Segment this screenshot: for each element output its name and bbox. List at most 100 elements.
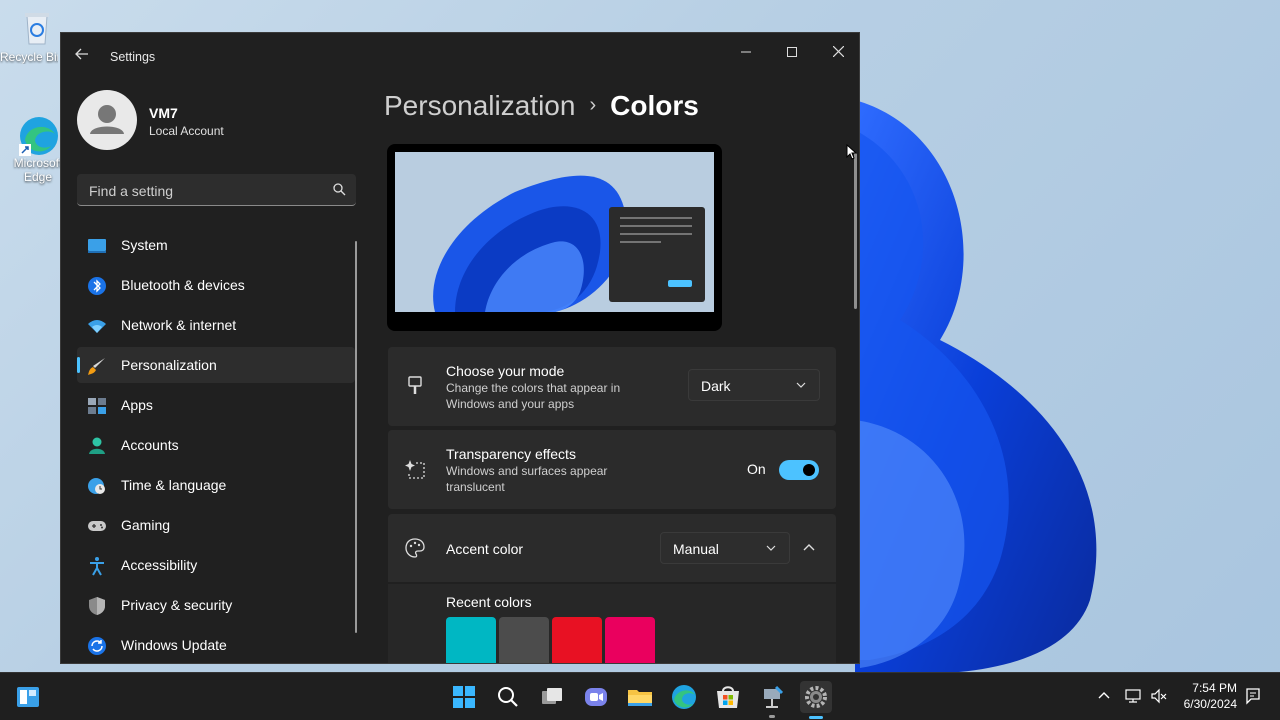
chevron-up-icon bbox=[1098, 692, 1110, 699]
sidebar-item-label: Windows Update bbox=[121, 637, 227, 653]
file-explorer-button[interactable] bbox=[624, 681, 656, 713]
chat-icon bbox=[585, 688, 607, 706]
recent-color-swatch[interactable] bbox=[552, 617, 602, 663]
desktop-icon-label: Recycle Bin bbox=[0, 50, 58, 64]
sidebar-item-label: Bluetooth & devices bbox=[121, 277, 245, 293]
transparency-card: Transparency effects Windows and surface… bbox=[388, 430, 836, 509]
breadcrumb: Personalization › Colors bbox=[384, 90, 699, 122]
recent-color-swatch[interactable] bbox=[446, 617, 496, 663]
edge-icon bbox=[17, 114, 58, 156]
running-indicator bbox=[769, 715, 775, 718]
user-icon bbox=[90, 105, 124, 134]
gamepad-icon bbox=[88, 521, 106, 531]
settings-icon bbox=[805, 686, 827, 708]
sidebar-item-label: Network & internet bbox=[121, 317, 237, 333]
recent-color-swatch[interactable] bbox=[605, 617, 655, 663]
active-indicator bbox=[77, 357, 80, 373]
sidebar-item-bluetooth[interactable]: Bluetooth & devices bbox=[77, 267, 355, 303]
back-arrow-icon bbox=[75, 48, 88, 60]
search-icon[interactable] bbox=[332, 182, 346, 196]
profile-name: VM7 bbox=[149, 105, 178, 121]
edge-button[interactable] bbox=[668, 681, 700, 713]
preview-wallpaper bbox=[395, 152, 714, 312]
avatar[interactable] bbox=[77, 90, 137, 150]
mouse-cursor-icon bbox=[846, 144, 858, 160]
close-icon bbox=[832, 45, 844, 58]
transparency-description: Windows and surfaces appear translucent bbox=[446, 464, 608, 494]
edge-icon bbox=[672, 685, 696, 709]
sidebar-item-time-language[interactable]: Time & language bbox=[77, 467, 355, 503]
transparency-sparkle-icon bbox=[405, 460, 425, 479]
system-clock[interactable]: 7:54 PM 6/30/2024 bbox=[1184, 680, 1237, 712]
chat-button[interactable] bbox=[580, 681, 612, 713]
transparency-state-label: On bbox=[747, 461, 766, 477]
chevron-down-icon bbox=[796, 382, 806, 388]
preview-screen bbox=[395, 152, 714, 312]
sidebar-item-gaming[interactable]: Gaming bbox=[77, 507, 355, 543]
start-icon bbox=[453, 686, 475, 708]
breadcrumb-separator: › bbox=[589, 94, 597, 116]
notification-center-button[interactable] bbox=[1244, 687, 1262, 705]
task-view-button[interactable] bbox=[536, 681, 568, 713]
taskbar-search-button[interactable] bbox=[492, 681, 524, 713]
desktop-icon-label: Microsoft Edge bbox=[13, 156, 63, 184]
sidebar-item-label: Privacy & security bbox=[121, 597, 233, 613]
store-icon bbox=[717, 686, 739, 708]
network-tray-button[interactable] bbox=[1124, 687, 1142, 705]
palette-icon bbox=[405, 538, 425, 558]
sidebar-item-windows-update[interactable]: Windows Update bbox=[77, 627, 355, 663]
sidebar-item-label: Gaming bbox=[121, 517, 171, 533]
transparency-title: Transparency effects bbox=[446, 446, 576, 462]
title-bar: Settings bbox=[61, 33, 859, 81]
mode-description: Change the colors that appear in Windows… bbox=[446, 381, 621, 411]
sidebar-item-personalization[interactable]: Personalization bbox=[77, 347, 355, 383]
sidebar-item-label: System bbox=[121, 237, 168, 253]
sidebar-scrollbar[interactable] bbox=[355, 241, 357, 633]
volume-tray-button[interactable] bbox=[1150, 687, 1168, 705]
window-title: Settings bbox=[110, 50, 156, 64]
chevron-down-icon bbox=[766, 545, 776, 551]
main-scrollbar[interactable] bbox=[854, 153, 857, 309]
collapse-button[interactable] bbox=[802, 540, 818, 556]
sidebar-item-privacy-security[interactable]: Privacy & security bbox=[77, 587, 355, 623]
brush-icon bbox=[88, 358, 105, 375]
theme-preview bbox=[387, 144, 722, 331]
sidebar-item-accounts[interactable]: Accounts bbox=[77, 427, 355, 463]
maximize-button[interactable] bbox=[769, 37, 815, 67]
wifi-icon bbox=[88, 320, 106, 333]
search-box[interactable] bbox=[77, 174, 356, 206]
sidebar-nav: System Bluetooth & devices Network & int… bbox=[77, 227, 355, 663]
sidebar-item-network[interactable]: Network & internet bbox=[77, 307, 355, 343]
store-button[interactable] bbox=[712, 681, 744, 713]
accounts-icon bbox=[89, 437, 105, 454]
shield-icon bbox=[89, 597, 105, 615]
back-button[interactable] bbox=[75, 47, 95, 67]
recent-color-swatch[interactable] bbox=[499, 617, 549, 663]
volume-muted-icon bbox=[1151, 688, 1167, 704]
accent-title: Accent color bbox=[446, 541, 524, 557]
chevron-up-icon bbox=[803, 544, 815, 551]
update-icon bbox=[88, 637, 106, 655]
clock-date: 6/30/2024 bbox=[1183, 697, 1237, 711]
accent-dropdown[interactable]: Manual bbox=[660, 532, 790, 564]
transparency-toggle[interactable] bbox=[779, 460, 819, 480]
widgets-button[interactable] bbox=[16, 685, 40, 709]
task-view-icon bbox=[542, 688, 562, 704]
time-language-icon bbox=[88, 478, 105, 494]
minimize-button[interactable] bbox=[723, 37, 769, 67]
mode-card: Choose your mode Change the colors that … bbox=[388, 347, 836, 426]
search-input[interactable] bbox=[87, 180, 321, 202]
close-button[interactable] bbox=[815, 37, 859, 67]
accent-color-card[interactable]: Accent color Manual bbox=[388, 514, 836, 582]
show-hidden-icons-button[interactable] bbox=[1096, 687, 1114, 705]
start-button[interactable] bbox=[448, 681, 480, 713]
settings-taskbar-button[interactable] bbox=[800, 681, 832, 719]
sidebar-item-apps[interactable]: Apps bbox=[77, 387, 355, 423]
sidebar-item-system[interactable]: System bbox=[77, 227, 355, 263]
mode-dropdown[interactable]: Dark bbox=[688, 369, 820, 401]
network-tool-button[interactable] bbox=[756, 681, 788, 718]
maximize-icon bbox=[787, 47, 797, 57]
sidebar-item-accessibility[interactable]: Accessibility bbox=[77, 547, 355, 583]
breadcrumb-parent[interactable]: Personalization bbox=[384, 90, 575, 121]
paint-brush-icon bbox=[408, 376, 422, 394]
